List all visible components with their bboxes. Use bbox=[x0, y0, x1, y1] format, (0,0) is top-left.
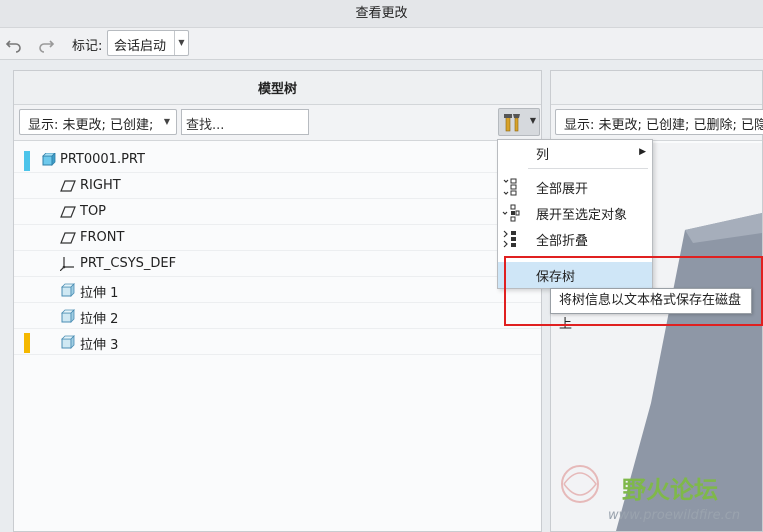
undo-icon[interactable] bbox=[4, 34, 24, 54]
display-filter-value: 显示: 未更改; 已创建; bbox=[28, 118, 154, 133]
tree-row-label: FRONT bbox=[80, 230, 125, 245]
tree-row[interactable]: TOP bbox=[14, 199, 541, 225]
extrude-icon bbox=[60, 309, 76, 323]
display-filter-select-right[interactable]: 显示: 未更改; 已创建; 已删除; 已隐 bbox=[555, 109, 763, 135]
model-tree-filterbar: 显示: 未更改; 已创建; ▼ 查找... ▼ bbox=[14, 105, 541, 141]
redo-icon[interactable] bbox=[36, 34, 56, 54]
submenu-arrow-icon: ▶ bbox=[639, 147, 646, 157]
tree-row-label: 拉伸 3 bbox=[80, 338, 119, 353]
menu-item-collapse-all[interactable]: 全部折叠 bbox=[498, 226, 652, 252]
change-marker bbox=[24, 333, 30, 353]
coordinate-system-icon bbox=[59, 257, 76, 272]
marker-label: 标记: bbox=[72, 39, 103, 54]
tree-row[interactable]: 拉伸 3 bbox=[14, 329, 541, 355]
search-placeholder: 查找... bbox=[186, 118, 225, 133]
part-icon bbox=[40, 152, 56, 167]
tree-row[interactable]: PRT_CSYS_DEF bbox=[14, 251, 541, 277]
change-marker bbox=[24, 151, 30, 171]
menu-item-label: 全部展开 bbox=[536, 182, 589, 197]
model-view-header bbox=[551, 71, 762, 105]
forum-watermark: 野火论坛 www.proewildfire.cn bbox=[550, 462, 763, 532]
datum-plane-icon bbox=[60, 231, 76, 245]
tree-row[interactable]: 拉伸 1 bbox=[14, 277, 541, 303]
tree-row-label: 拉伸 2 bbox=[80, 312, 119, 327]
tree-row-label: TOP bbox=[80, 204, 107, 219]
tools-icon bbox=[504, 113, 526, 137]
search-input[interactable]: 查找... bbox=[181, 109, 309, 135]
marker-value: 会话启动 bbox=[114, 39, 167, 54]
menu-item-expand-all[interactable]: 全部展开 bbox=[498, 174, 652, 200]
watermark-title: 野火论坛 bbox=[622, 475, 718, 504]
window-title: 查看更改 bbox=[0, 0, 763, 28]
chevron-down-icon: ▼ bbox=[163, 117, 171, 126]
menu-item-expand-to-selected[interactable]: 展开至选定对象 bbox=[498, 200, 652, 226]
datum-plane-icon bbox=[60, 179, 76, 193]
collapse-all-icon bbox=[502, 230, 520, 248]
watermark-url: www.proewildfire.cn bbox=[608, 508, 741, 523]
tree-row[interactable]: RIGHT bbox=[14, 173, 541, 199]
menu-item-label: 展开至选定对象 bbox=[536, 208, 628, 223]
menu-item-label: 全部折叠 bbox=[536, 234, 589, 249]
extrude-icon bbox=[60, 283, 76, 297]
menu-item-label: 列 bbox=[536, 148, 550, 163]
datum-plane-icon bbox=[60, 205, 76, 219]
tree-row-label: PRT_CSYS_DEF bbox=[80, 256, 177, 271]
tree-row[interactable]: PRT0001.PRT bbox=[14, 147, 541, 173]
menu-item-columns[interactable]: 列 ▶ bbox=[498, 140, 652, 166]
tree-row[interactable]: FRONT bbox=[14, 225, 541, 251]
display-filter-value-right: 显示: 未更改; 已创建; 已删除; 已隐 bbox=[564, 118, 763, 133]
model-view-filterbar: 显示: 未更改; 已创建; 已删除; 已隐 bbox=[551, 105, 763, 141]
tree-row-label: 拉伸 1 bbox=[80, 286, 119, 301]
annotation-highlight-box bbox=[504, 256, 763, 326]
toolbar: 标记: 会话启动 ▼ bbox=[0, 28, 763, 60]
marker-select[interactable]: 会话启动 ▼ bbox=[107, 30, 189, 56]
chevron-down-icon: ▼ bbox=[174, 31, 188, 55]
menu-divider bbox=[528, 168, 648, 169]
display-filter-select[interactable]: 显示: 未更改; 已创建; ▼ bbox=[19, 109, 177, 135]
chevron-down-icon: ▼ bbox=[529, 116, 536, 125]
tree-settings-button[interactable]: ▼ bbox=[498, 108, 540, 136]
model-tree: PRT0001.PRT RIGHT TOP FRONT PRT_CSYS_DEF 拉伸 1… bbox=[14, 147, 541, 355]
tree-row-label: RIGHT bbox=[80, 178, 121, 193]
model-tree-title: 模型树 bbox=[14, 71, 541, 105]
expand-all-icon bbox=[502, 178, 520, 196]
expand-to-selected-icon bbox=[502, 204, 520, 222]
tree-row[interactable]: 拉伸 2 bbox=[14, 303, 541, 329]
tree-row-label: PRT0001.PRT bbox=[60, 152, 145, 167]
extrude-icon bbox=[60, 335, 76, 349]
